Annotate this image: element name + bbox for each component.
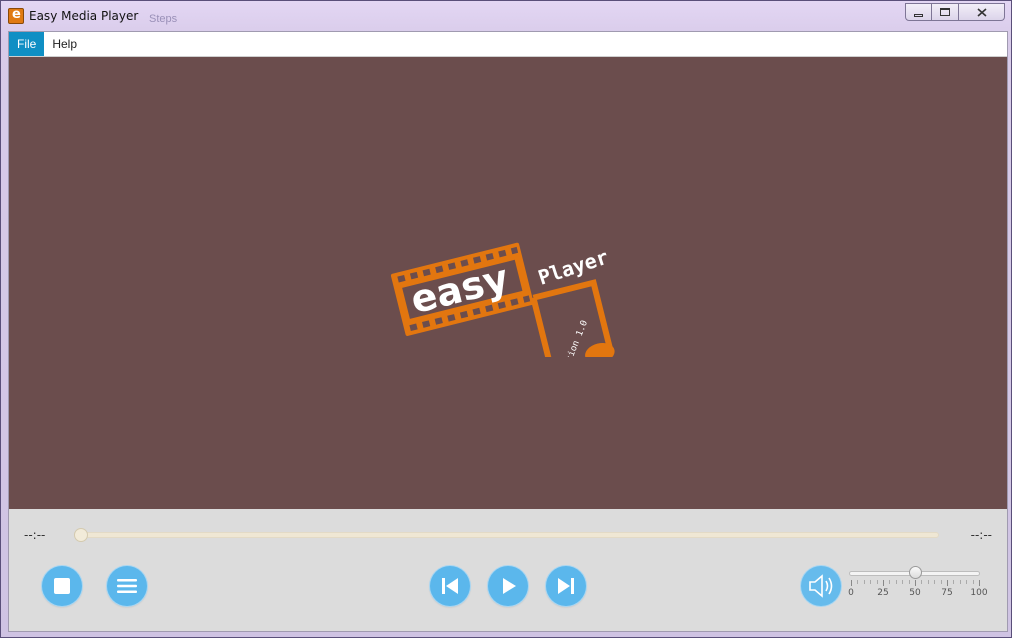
- title-bar[interactable]: Easy Media Player Steps: [1, 1, 1011, 31]
- volume-scale-label: 0: [848, 588, 854, 598]
- window-title: Easy Media Player: [29, 9, 139, 23]
- skip-previous-icon: [442, 578, 458, 594]
- volume-tick: [870, 580, 872, 584]
- elapsed-time: --:--: [24, 528, 46, 542]
- close-icon: [976, 7, 987, 17]
- skip-next-icon: [558, 578, 574, 594]
- volume-tick: [947, 580, 948, 586]
- volume-thumb[interactable]: [908, 566, 922, 579]
- client-area: File Help easy Player version 1.0 --:-- …: [8, 31, 1008, 632]
- volume-tick: [959, 580, 961, 584]
- volume-tick: [908, 580, 910, 584]
- volume-tick: [863, 580, 865, 584]
- volume-tick: [902, 580, 904, 584]
- volume-tick: [927, 580, 929, 584]
- volume-tick: [979, 580, 980, 586]
- volume-tick: [940, 580, 942, 584]
- stop-button[interactable]: [42, 566, 82, 606]
- menu-bar: File Help: [9, 32, 1007, 57]
- playlist-button[interactable]: [107, 566, 147, 606]
- next-button[interactable]: [546, 566, 586, 606]
- maximize-button[interactable]: [932, 3, 959, 21]
- volume-tick: [876, 580, 878, 584]
- volume-tick: [915, 580, 916, 586]
- background-window-title: Steps: [149, 13, 178, 25]
- speaker-icon: [809, 574, 833, 598]
- menu-help[interactable]: Help: [44, 32, 85, 56]
- logo-product: Player: [535, 245, 611, 290]
- app-icon: [8, 7, 24, 24]
- volume-scale-label: 50: [909, 588, 921, 598]
- control-panel: --:-- --:-- 0 25 50 75 100: [9, 509, 1007, 631]
- minimize-icon: [914, 13, 923, 17]
- seek-thumb[interactable]: [74, 528, 88, 542]
- remaining-time: --:--: [970, 528, 992, 542]
- volume-tick: [966, 580, 968, 584]
- mute-button[interactable]: [801, 566, 841, 606]
- window-controls: [905, 3, 1005, 21]
- volume-tick: [857, 580, 859, 584]
- minimize-button[interactable]: [905, 3, 932, 21]
- volume-slider[interactable]: 0 25 50 75 100: [848, 565, 988, 605]
- list-icon: [117, 579, 137, 593]
- menu-file[interactable]: File: [9, 32, 45, 56]
- close-button[interactable]: [959, 3, 1005, 21]
- volume-scale-label: 25: [877, 588, 889, 598]
- logo-version: version 1.0: [559, 319, 591, 357]
- app-window: Easy Media Player Steps File Help: [0, 0, 1012, 638]
- seek-bar[interactable]: [74, 532, 939, 538]
- video-display[interactable]: easy Player version 1.0: [9, 57, 1007, 509]
- play-button[interactable]: [488, 566, 528, 606]
- volume-tick: [934, 580, 936, 584]
- easy-player-logo: easy Player version 1.0: [390, 242, 615, 357]
- volume-scale-label: 100: [970, 588, 988, 598]
- volume-tick: [851, 580, 852, 586]
- volume-tick: [953, 580, 955, 584]
- maximize-icon: [940, 8, 950, 16]
- previous-button[interactable]: [430, 566, 470, 606]
- volume-ticks: [851, 580, 980, 586]
- volume-tick: [972, 580, 974, 584]
- play-icon: [503, 578, 516, 594]
- stop-icon: [54, 578, 70, 594]
- volume-tick: [883, 580, 884, 586]
- volume-tick: [889, 580, 891, 584]
- volume-tick: [895, 580, 897, 584]
- volume-scale-label: 75: [941, 588, 953, 598]
- volume-tick: [921, 580, 923, 584]
